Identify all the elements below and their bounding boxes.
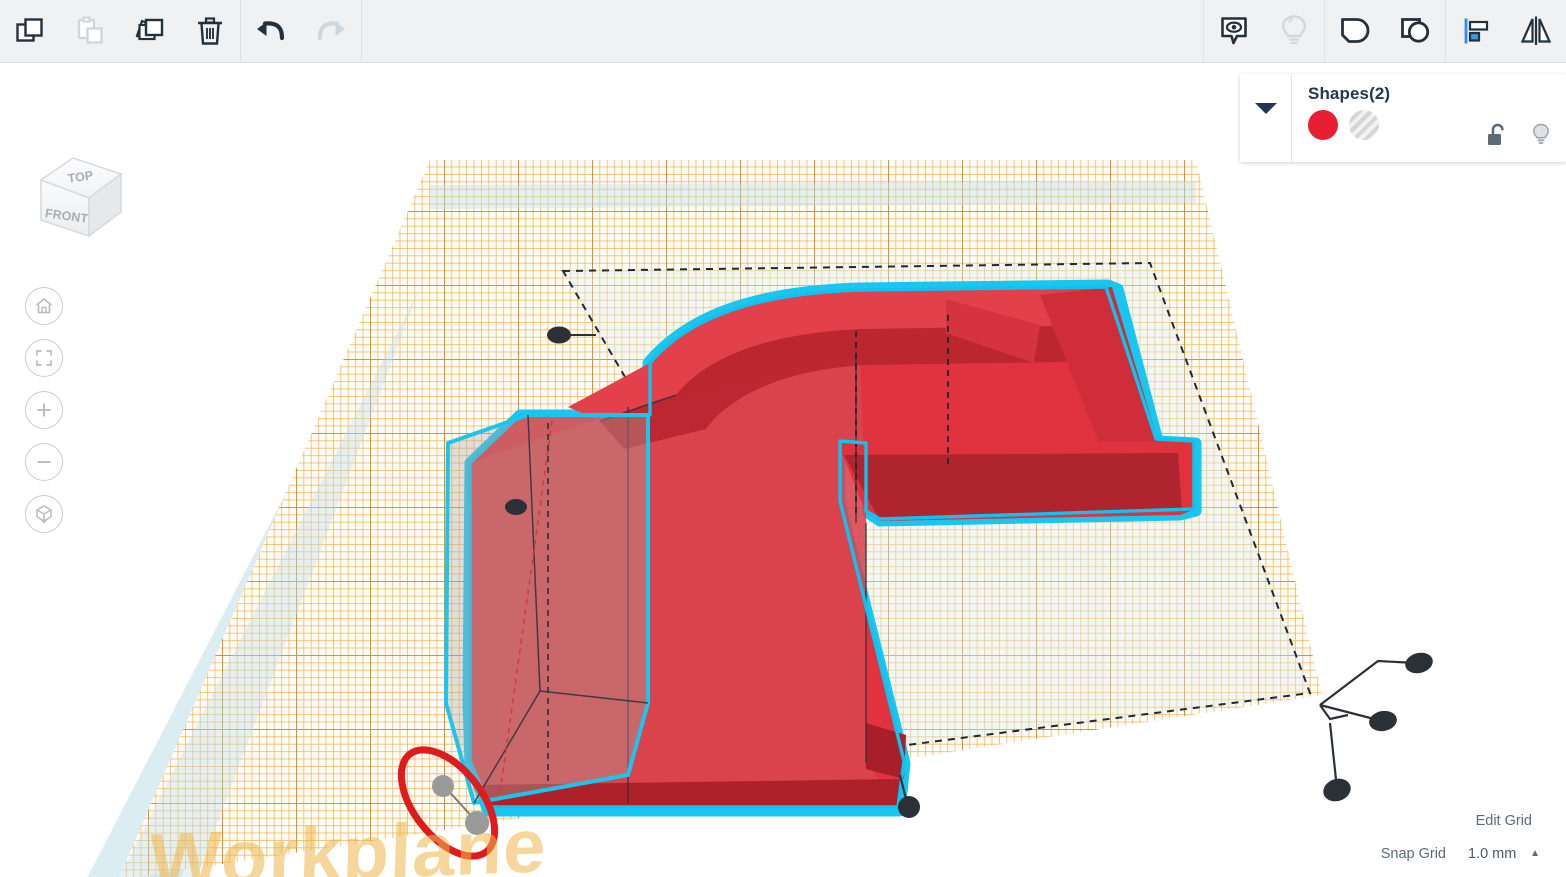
- mirror-icon: [1520, 16, 1552, 45]
- shapes-panel-title: Shapes(2): [1308, 84, 1391, 103]
- toolbar-group-ungroup-group: [1325, 0, 1445, 63]
- toolbar-align-group: [1446, 0, 1566, 63]
- group-shapes-icon: [1341, 18, 1370, 43]
- hole-box-handle[interactable]: [505, 499, 527, 515]
- 3d-scene: [87, 160, 1435, 877]
- home-icon: [36, 298, 52, 314]
- ungroup-button[interactable]: [1385, 0, 1445, 63]
- toolbar-history-group: [241, 0, 361, 63]
- rotation-handle-y[interactable]: [1367, 709, 1398, 734]
- plus-icon: [37, 403, 51, 417]
- caret-up-icon: ▲: [1530, 848, 1540, 859]
- hole-box-body: [446, 415, 648, 803]
- rotation-handle-x[interactable]: [1320, 775, 1353, 805]
- copy-button[interactable]: [0, 0, 60, 63]
- shapes-panel-actions: [1486, 122, 1552, 150]
- toolbar-view-group: [1204, 0, 1324, 63]
- tinkercad-editor-window: Workplane TOP FRONT Edit Grid Snap Grid …: [0, 0, 1566, 877]
- top-toolbar: [0, 0, 1566, 63]
- ortho-perspective-button[interactable]: [25, 495, 63, 533]
- visibility-toggle[interactable]: [1530, 122, 1552, 150]
- rotation-handles-gizmo[interactable]: [1319, 650, 1435, 805]
- toolbar-edit-group: [0, 0, 240, 63]
- rotation-handle-z[interactable]: [1403, 650, 1435, 676]
- solid-right-arm-side: [844, 453, 1182, 517]
- undo-arrow-icon: [257, 21, 285, 41]
- lightbulb-icon: [1533, 123, 1549, 144]
- paste-icon: [77, 16, 103, 44]
- paste-button[interactable]: [60, 0, 120, 63]
- edit-grid-button[interactable]: Edit Grid: [1461, 807, 1546, 835]
- home-view-button[interactable]: [25, 287, 63, 325]
- snap-grid-value: 1.0 mm: [1468, 846, 1517, 862]
- hole-swatch[interactable]: [1349, 110, 1379, 140]
- delete-button[interactable]: [180, 0, 240, 63]
- view-cube-icon: TOP FRONT: [39, 157, 123, 238]
- snap-grid-row: Snap Grid 1.0 mm ▲: [1381, 841, 1548, 867]
- open-padlock-icon: [1488, 123, 1504, 145]
- zoom-out-button[interactable]: [25, 443, 63, 481]
- show-hide-button[interactable]: [1204, 0, 1264, 63]
- zoom-in-button[interactable]: [25, 391, 63, 429]
- solid-color-swatch[interactable]: [1308, 110, 1338, 140]
- duplicate-button[interactable]: [120, 0, 180, 63]
- duplicate-icon: [135, 18, 164, 41]
- selection-handle-bottom[interactable]: [898, 796, 920, 818]
- hole-resize-handle-b[interactable]: [465, 811, 489, 835]
- align-icon: [1464, 18, 1489, 44]
- note-button[interactable]: [1264, 0, 1324, 63]
- shapes-panel: Shapes(2): [1240, 74, 1566, 162]
- hole-resize-handle-a[interactable]: [432, 775, 454, 797]
- group-button[interactable]: [1325, 0, 1385, 63]
- fit-view-button[interactable]: [25, 339, 63, 377]
- mirror-button[interactable]: [1506, 0, 1566, 63]
- undo-button[interactable]: [241, 0, 301, 63]
- shapes-panel-body: Shapes(2): [1292, 74, 1566, 162]
- trash-icon: [198, 17, 222, 45]
- ungroup-shapes-icon: [1401, 18, 1430, 43]
- selection-handle-top-left[interactable]: [547, 326, 571, 344]
- copy-icon: [16, 18, 43, 42]
- fit-frame-icon: [36, 350, 52, 366]
- chevron-down-icon: [1254, 103, 1277, 114]
- shapes-collapse-toggle[interactable]: [1240, 74, 1292, 162]
- snap-grid-select[interactable]: 1.0 mm ▲: [1456, 841, 1548, 867]
- 3d-viewport-canvas[interactable]: Workplane TOP FRONT Edit Grid Snap Grid …: [0, 63, 1566, 877]
- transparent-hole-box[interactable]: [444, 413, 650, 805]
- redo-button[interactable]: [301, 0, 361, 63]
- snap-grid-label: Snap Grid: [1380, 846, 1446, 862]
- redo-arrow-icon: [317, 21, 345, 41]
- align-button[interactable]: [1446, 0, 1506, 63]
- lightbulb-icon: [1281, 15, 1307, 45]
- eye-callout-icon: [1221, 17, 1247, 45]
- cube-arrow-icon: [36, 505, 52, 524]
- lock-toggle[interactable]: [1486, 123, 1508, 149]
- viewport-nav-buttons: [25, 287, 63, 533]
- minus-icon: [37, 461, 51, 463]
- view-cube[interactable]: TOP FRONT: [33, 148, 129, 248]
